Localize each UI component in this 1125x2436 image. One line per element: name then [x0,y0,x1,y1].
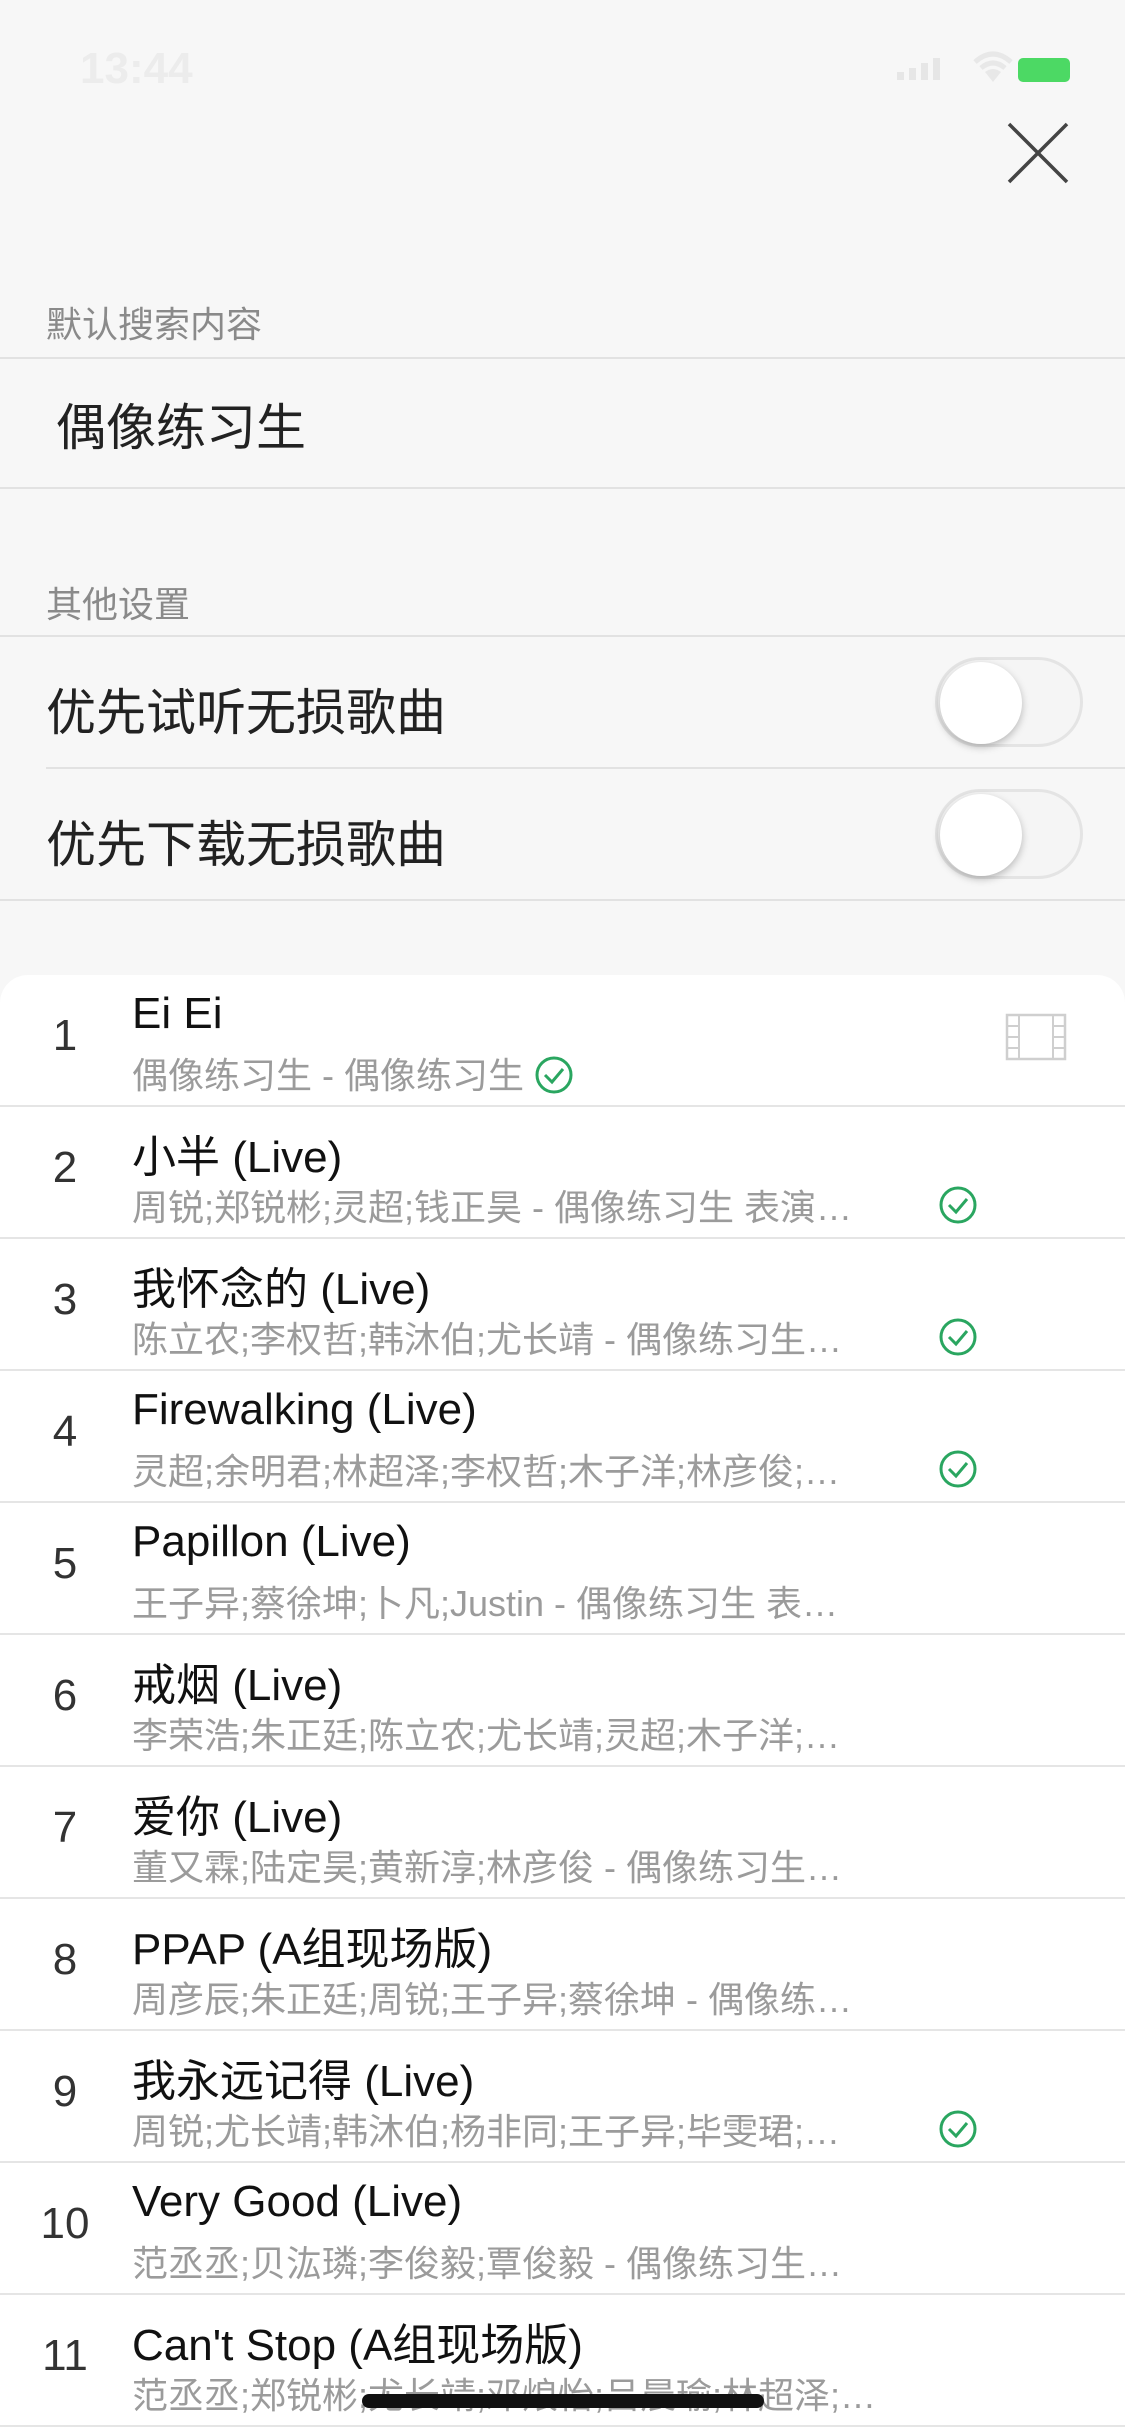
check-circle-icon [939,1450,977,1488]
song-number: 2 [52,1143,78,1192]
close-icon[interactable] [999,114,1077,192]
song-number: 1 [52,1011,78,1060]
default-search-section-label: 默认搜索内容 [46,304,263,345]
toggle-knob [940,794,1022,876]
battery-icon [1018,58,1070,82]
song-row[interactable]: 9 我永远记得 (Live) 周锐;尤长靖;韩沐伯;杨非同;王子异;毕雯珺;… [0,2031,1125,2163]
song-artists: 王子异;蔡徐坤;卜凡;Justin - 偶像练习生 表… [132,1583,839,1624]
song-number: 4 [52,1407,78,1456]
song-artists: 董又霖;陆定昊;黄新淳;林彦俊 - 偶像练习生… [132,1847,842,1888]
song-row[interactable]: 6 戒烟 (Live) 李荣浩;朱正廷;陈立农;尤长靖;灵超;木子洋;… [0,1635,1125,1767]
song-artists: 灵超;余明君;林超泽;李权哲;木子洋;林彦俊;… [132,1451,841,1492]
song-row[interactable]: 10 Very Good (Live) 范丞丞;贝汯璘;李俊毅;覃俊毅 - 偶像练习… [0,2163,1125,2295]
status-time: 13:44 [80,44,193,93]
toggle-knob [940,662,1022,744]
song-row[interactable]: 1 Ei Ei 偶像练习生 - 偶像练习生 [0,975,1125,1107]
song-number: 3 [52,1275,78,1324]
song-number: 8 [52,1935,78,1984]
song-row[interactable]: 3 我怀念的 (Live) 陈立农;李权哲;韩沐伯;尤长靖 - 偶像练习生… [0,1239,1125,1371]
song-number: 10 [40,2199,90,2248]
check-circle-icon [939,1318,977,1356]
song-list: 1 Ei Ei 偶像练习生 - 偶像练习生 2 小半 (Live) 周锐;郑锐彬;灵超;钱… [0,975,1125,2436]
song-artists: 周彦辰;朱正廷;周锐;王子异;蔡徐坤 - 偶像练… [132,1979,853,2020]
cellular-signal-icon [897,58,945,80]
song-title: 我怀念的 (Live) [132,1265,431,1314]
setting-row-lossless-preview: 优先试听无损歌曲 [0,637,1125,767]
song-title: Very Good (Live) [132,2177,463,2226]
song-artists: 范丞丞;郑锐彬;尤长靖;邓烺怡;吕晨瑜;林超泽;… [132,2367,876,2419]
song-title: Ei Ei [132,989,223,1038]
song-number: 5 [52,1539,78,1588]
divider [0,899,1125,901]
song-row[interactable]: 8 PPAP (A组现场版) 周彦辰;朱正廷;周锐;王子异;蔡徐坤 - 偶像练… [0,1899,1125,2031]
mv-film-icon[interactable] [1005,1013,1067,1061]
home-indicator [362,2394,764,2408]
status-bar: 13:44 [0,0,1125,140]
setting-label: 优先下载无损歌曲 [46,817,446,873]
song-row[interactable]: 4 Firewalking (Live) 灵超;余明君;林超泽;李权哲;木子洋;林彦… [0,1371,1125,1503]
song-row[interactable]: 2 小半 (Live) 周锐;郑锐彬;灵超;钱正昊 - 偶像练习生 表演… [0,1107,1125,1239]
setting-label: 优先试听无损歌曲 [46,685,446,741]
song-title: Can't Stop (A组现场版) [132,2321,583,2370]
setting-row-lossless-download: 优先下载无损歌曲 [0,769,1125,899]
song-title: 我永远记得 (Live) [132,2057,475,2106]
row-divider [0,2425,1125,2427]
song-artists: 偶像练习生 - 偶像练习生 [132,1055,524,1096]
check-circle-icon [535,1056,573,1094]
song-title: Papillon (Live) [132,1517,411,1566]
song-row[interactable]: 5 Papillon (Live) 王子异;蔡徐坤;卜凡;Justin - 偶像练习… [0,1503,1125,1635]
wifi-icon [973,51,1013,82]
song-title: Firewalking (Live) [132,1385,477,1434]
song-artists: 李荣浩;朱正廷;陈立农;尤长靖;灵超;木子洋;… [132,1715,841,1756]
check-circle-icon [939,2110,977,2148]
song-artists: 周锐;尤长靖;韩沐伯;杨非同;王子异;毕雯珺;… [132,2111,841,2152]
divider [0,357,1125,359]
song-artists: 周锐;郑锐彬;灵超;钱正昊 - 偶像练习生 表演… [132,1187,853,1228]
song-number: 9 [52,2067,78,2116]
default-search-value[interactable]: 偶像练习生 [56,388,306,460]
song-row[interactable]: 7 爱你 (Live) 董又霖;陆定昊;黄新淳;林彦俊 - 偶像练习生… [0,1767,1125,1899]
song-number: 11 [42,2331,88,2380]
other-settings-section-label: 其他设置 [46,584,191,625]
song-title: 戒烟 (Live) [132,1661,343,1710]
song-artists: 陈立农;李权哲;韩沐伯;尤长靖 - 偶像练习生… [132,1319,842,1360]
song-number: 6 [52,1671,78,1720]
check-circle-icon [939,1186,977,1224]
song-title: 小半 (Live) [132,1133,343,1182]
song-title: 爱你 (Live) [132,1793,343,1842]
song-artists: 范丞丞;贝汯璘;李俊毅;覃俊毅 - 偶像练习生… [132,2243,842,2284]
song-number: 7 [52,1803,78,1852]
lossless-download-toggle[interactable] [935,789,1083,879]
song-title: PPAP (A组现场版) [132,1925,493,1974]
lossless-preview-toggle[interactable] [935,657,1083,747]
divider [0,487,1125,489]
